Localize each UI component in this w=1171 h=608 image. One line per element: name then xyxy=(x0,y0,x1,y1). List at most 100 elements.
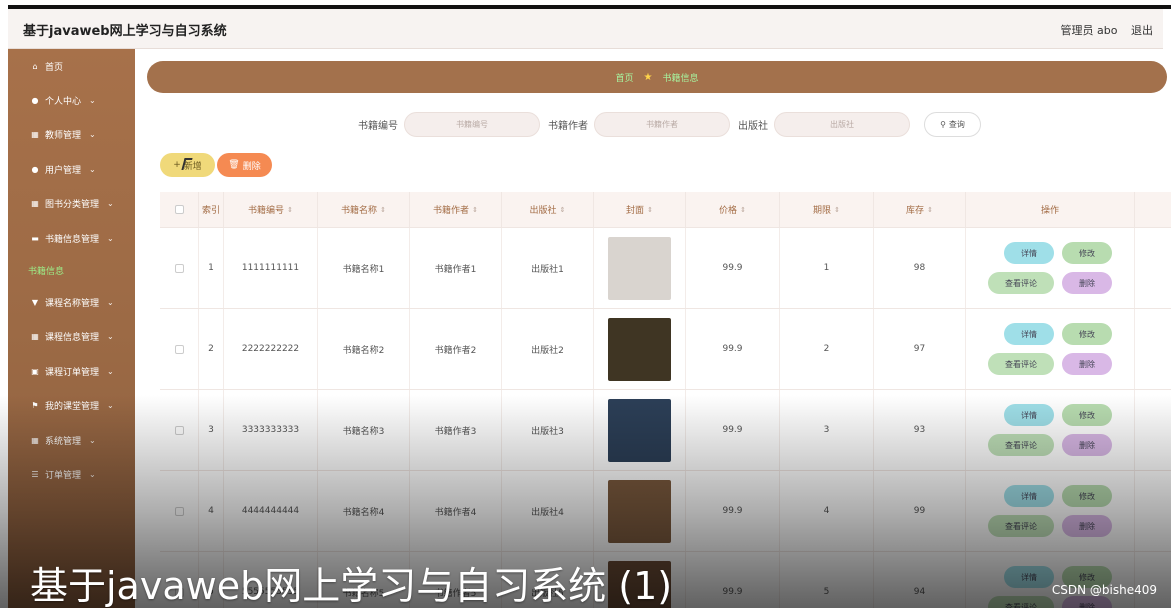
sidebar-item[interactable]: ● 个人中心 ⌄ xyxy=(8,83,135,117)
row-checkbox-cell xyxy=(160,390,199,470)
column-header[interactable]: 封面 ⇕ xyxy=(594,192,686,227)
delete-button[interactable]: 删除 xyxy=(1062,596,1112,608)
sidebar-item[interactable]: ⌂ 首页 xyxy=(8,49,135,83)
cell-price: 99.9 xyxy=(686,552,780,608)
cell-price: 99.9 xyxy=(686,471,780,551)
sort-icon: ⇕ xyxy=(472,205,478,214)
cell-price: 99.9 xyxy=(686,309,780,389)
code-search-input[interactable]: 书籍编号 xyxy=(404,112,540,137)
admin-info: 管理员 abo 退出 xyxy=(1051,22,1153,38)
view-comments-button[interactable]: 查看评论 xyxy=(988,596,1054,608)
author-search-input[interactable]: 书籍作者 xyxy=(594,112,730,137)
column-header[interactable]: 库存 ⇕ xyxy=(874,192,966,227)
bulk-delete-button[interactable]: 🗑 删除 xyxy=(217,153,272,177)
detail-button[interactable]: 详情 xyxy=(1004,485,1054,507)
column-header[interactable]: 价格 ⇕ xyxy=(686,192,780,227)
view-comments-button[interactable]: 查看评论 xyxy=(988,353,1054,375)
sidebar-item-label: 订单管理 xyxy=(45,470,82,481)
row-actions: 详情 修改 查看评论 删除 xyxy=(988,323,1112,375)
cell-price: 99.9 xyxy=(686,228,780,308)
book-cover-image xyxy=(608,479,671,543)
breadcrumb-home[interactable]: 首页 xyxy=(616,71,634,84)
sidebar-item[interactable]: ▦ 课程信息管理 ⌄ xyxy=(8,320,135,354)
cell-stock: 99 xyxy=(874,471,966,551)
sidebar-item[interactable]: ▣ 课程订单管理 ⌄ xyxy=(8,354,135,388)
sidebar-item[interactable]: ▼ 课程名称管理 ⌄ xyxy=(8,285,135,319)
select-all-checkbox[interactable] xyxy=(174,205,184,214)
row-checkbox[interactable] xyxy=(174,263,184,273)
sort-icon: ⇕ xyxy=(647,205,653,214)
user-icon: ● xyxy=(31,164,39,174)
detail-button[interactable]: 详情 xyxy=(1004,242,1054,264)
row-checkbox[interactable] xyxy=(174,425,184,435)
cell-publisher: 出版社4 xyxy=(502,471,594,551)
sidebar-item-label: 首页 xyxy=(45,62,64,73)
user-icon: ● xyxy=(31,96,39,106)
column-header[interactable]: 书籍编号 ⇕ xyxy=(224,192,318,227)
delete-button[interactable]: 删除 xyxy=(1062,353,1112,375)
edit-button[interactable]: 修改 xyxy=(1062,485,1112,507)
edit-button[interactable]: 修改 xyxy=(1062,242,1112,264)
cell-period: 5 xyxy=(780,552,874,608)
grid-icon: ▦ xyxy=(31,435,39,445)
app-window: 基于javaweb网上学习与自习系统 管理员 abo 退出 ⌂ 首页 ● 个人中心 ⌄ ▦… xyxy=(0,0,1171,608)
plus-icon: + xyxy=(173,160,181,170)
row-checkbox-cell xyxy=(160,309,199,389)
column-header-label: 封面 xyxy=(626,206,645,216)
column-header-label: 书籍作者 xyxy=(433,206,470,216)
sidebar-subitem-books[interactable]: 书籍信息 xyxy=(8,255,135,285)
cell-code: 2222222222 xyxy=(224,309,318,389)
table-row: 4 4444444444 书籍名称4 书籍作者4 出版社4 99.9 4 99 详情 修改 查看评论… xyxy=(160,471,1171,552)
table-row: 1 1111111111 书籍名称1 书籍作者1 出版社1 99.9 1 98 详情 修改 查看评论… xyxy=(160,228,1171,309)
view-comments-button[interactable]: 查看评论 xyxy=(988,272,1054,294)
chevron-down-icon: ⌄ xyxy=(89,435,96,445)
sidebar-item[interactable]: ● 用户管理 ⌄ xyxy=(8,152,135,186)
cell-index: 3 xyxy=(199,390,224,470)
column-header[interactable]: 期限 ⇕ xyxy=(780,192,874,227)
cell-price: 99.9 xyxy=(686,390,780,470)
row-checkbox[interactable] xyxy=(174,344,184,354)
sidebar-item-label: 书籍信息管理 xyxy=(45,234,100,245)
column-header-label: 出版社 xyxy=(529,206,557,216)
cell-publisher: 出版社1 xyxy=(502,228,594,308)
column-header[interactable]: 出版社 ⇕ xyxy=(502,192,594,227)
sidebar-item[interactable]: ▦ 图书分类管理 ⌄ xyxy=(8,187,135,221)
sidebar-item[interactable]: ⚑ 我的课堂管理 ⌄ xyxy=(8,389,135,423)
sidebar-item[interactable]: ☰ 订单管理 ⌄ xyxy=(8,457,135,491)
logout-link[interactable]: 退出 xyxy=(1131,24,1153,37)
edit-button[interactable]: 修改 xyxy=(1062,323,1112,345)
edit-button[interactable]: 修改 xyxy=(1062,404,1112,426)
sidebar-item[interactable]: ▬ 书籍信息管理 ⌄ xyxy=(8,221,135,255)
view-comments-button[interactable]: 查看评论 xyxy=(988,434,1054,456)
cell-stock: 98 xyxy=(874,228,966,308)
table-header: 索引 书籍编号 ⇕ 书籍名称 ⇕ 书籍作者 ⇕ 出版社 ⇕ 封面 ⇕ 价格 ⇕ 期限 ⇕ 库存 ⇕ 操作 xyxy=(160,192,1171,228)
delete-button[interactable]: 删除 xyxy=(1062,272,1112,294)
column-header[interactable]: 书籍名称 ⇕ xyxy=(318,192,410,227)
search-label-publisher: 出版社 xyxy=(738,121,768,132)
chevron-down-icon: ⌄ xyxy=(107,233,114,243)
detail-button[interactable]: 详情 xyxy=(1004,566,1054,588)
publisher-search-input[interactable]: 出版社 xyxy=(774,112,910,137)
cell-index: 2 xyxy=(199,309,224,389)
sidebar-item[interactable]: ▦ 系统管理 ⌄ xyxy=(8,423,135,457)
video-caption: 基于javaweb网上学习与自习系统 (1) xyxy=(30,564,673,608)
star-icon: ★ xyxy=(643,71,653,83)
header-checkbox-cell xyxy=(160,192,199,227)
view-comments-button[interactable]: 查看评论 xyxy=(988,515,1054,537)
delete-button[interactable]: 删除 xyxy=(1062,434,1112,456)
sidebar-item[interactable]: ▦ 教师管理 ⌄ xyxy=(8,118,135,152)
column-header: 索引 xyxy=(199,192,224,227)
column-header[interactable]: 书籍作者 ⇕ xyxy=(410,192,502,227)
detail-button[interactable]: 详情 xyxy=(1004,323,1054,345)
chevron-down-icon: ⌄ xyxy=(89,164,96,174)
grid-icon: ▦ xyxy=(31,130,39,140)
watermark: CSDN @bishe409 xyxy=(1051,583,1157,597)
table-row: 2 2222222222 书籍名称2 书籍作者2 出版社2 99.9 2 97 详情 修改 查看评论… xyxy=(160,309,1171,390)
cell-author: 书籍作者4 xyxy=(410,471,502,551)
delete-button[interactable]: 删除 xyxy=(1062,515,1112,537)
cell-author: 书籍作者3 xyxy=(410,390,502,470)
row-checkbox[interactable] xyxy=(174,506,184,516)
search-button[interactable]: ⚲ 查询 xyxy=(924,112,981,137)
cell-actions: 详情 修改 查看评论 删除 xyxy=(966,390,1135,470)
detail-button[interactable]: 详情 xyxy=(1004,404,1054,426)
